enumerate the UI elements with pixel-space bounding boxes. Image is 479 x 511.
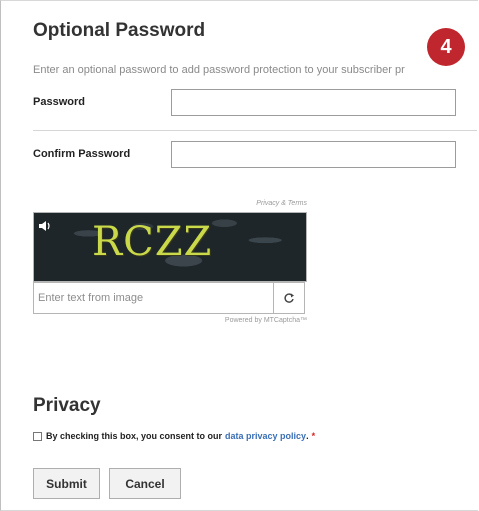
required-marker: *	[311, 431, 316, 441]
password-field[interactable]	[171, 89, 456, 116]
captcha-widget: Privacy & Terms RCZZ Powered by MTCaptch…	[33, 200, 307, 334]
refresh-icon[interactable]	[273, 283, 304, 313]
confirm-password-field[interactable]	[171, 141, 456, 168]
captcha-input-box	[33, 282, 305, 314]
captcha-privacy-terms-link[interactable]: Privacy & Terms	[256, 200, 307, 207]
submit-button[interactable]: Submit	[33, 468, 100, 499]
consent-text: By checking this box, you consent to our	[46, 431, 223, 441]
password-label: Password	[33, 96, 85, 108]
consent-row: By checking this box, you consent to our…	[33, 431, 315, 441]
captcha-powered-by: Powered by MTCaptcha™	[224, 317, 307, 324]
captcha-input[interactable]	[38, 289, 268, 307]
speaker-icon[interactable]	[38, 219, 52, 231]
privacy-title: Privacy	[33, 395, 101, 416]
divider	[33, 130, 477, 131]
cancel-button[interactable]: Cancel	[109, 468, 181, 499]
privacy-policy-link[interactable]: data privacy policy	[225, 431, 306, 441]
consent-period: .	[306, 431, 309, 441]
section-description: Enter an optional password to add passwo…	[33, 64, 405, 76]
captcha-challenge-text: RCZZ	[92, 219, 213, 265]
confirm-password-label: Confirm Password	[33, 148, 131, 160]
step-badge: 4	[427, 28, 465, 66]
section-title: Optional Password	[33, 20, 206, 41]
captcha-image: RCZZ	[33, 212, 307, 282]
consent-checkbox[interactable]	[33, 431, 42, 441]
